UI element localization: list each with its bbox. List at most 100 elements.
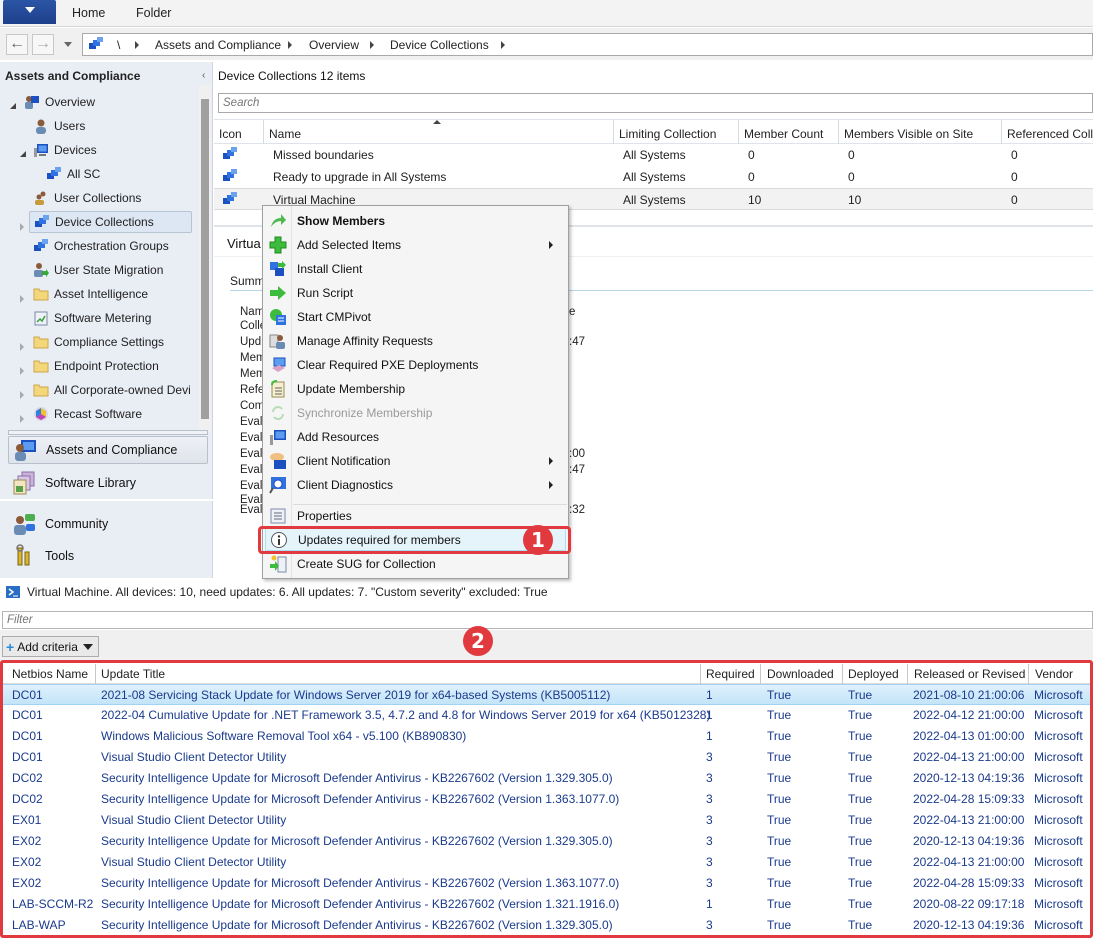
members-visible: 10: [848, 193, 862, 207]
properties-icon: [269, 507, 287, 525]
breadcrumb-assets[interactable]: Assets and Compliance: [155, 38, 281, 52]
detail-value: :47: [569, 464, 585, 476]
tree-item-recast-software[interactable]: Recast Software: [29, 403, 142, 425]
menu-item-manage-affinity-requests[interactable]: Manage Affinity Requests: [265, 329, 566, 352]
limiting-collection: All Systems: [623, 193, 686, 207]
tab-summary[interactable]: Summ: [230, 274, 265, 288]
plus-icon: +: [6, 638, 15, 655]
device-collection-icon: [222, 168, 238, 187]
navigation-scrollbar[interactable]: [199, 85, 211, 431]
menu-item-install-client[interactable]: Install Client: [265, 257, 566, 280]
tree-item-compliance-settings[interactable]: Compliance Settings: [29, 331, 164, 353]
forward-button[interactable]: →: [32, 34, 54, 55]
menu-item-client-diagnostics[interactable]: Client Diagnostics: [265, 473, 566, 496]
tree-item-asset-intelligence[interactable]: Asset Intelligence: [29, 283, 148, 305]
workspace-label: Community: [45, 517, 109, 531]
tree-item-software-metering[interactable]: Software Metering: [29, 307, 151, 329]
menu-item-add-selected-items[interactable]: Add Selected Items: [265, 233, 566, 256]
collection-row[interactable]: Ready to upgrade in All Systems All Syste…: [214, 166, 1093, 188]
menu-item-start-cmpivot[interactable]: Start CMPivot: [265, 305, 566, 328]
tree-item-all-corporate-owned-devi[interactable]: All Corporate-owned Devi: [29, 379, 191, 401]
workspace-tools[interactable]: Tools: [8, 542, 208, 570]
collection-row[interactable]: Missed boundaries All Systems 0 0 0: [214, 144, 1093, 166]
tree-item-user-collections[interactable]: User Collections: [29, 187, 141, 209]
tab-folder[interactable]: Folder: [136, 6, 171, 20]
workspace-label: Tools: [45, 549, 75, 563]
callout-box-2: [0, 660, 1093, 938]
collapse-arrow-icon[interactable]: [20, 151, 26, 157]
dropdown-arrow-icon: [82, 643, 93, 650]
menu-item-client-notification[interactable]: Client Notification: [265, 449, 566, 472]
menu-item-synchronize-membership[interactable]: Synchronize Membership: [265, 401, 566, 424]
workspace-assets-and-compliance[interactable]: Assets and Compliance: [8, 436, 208, 464]
breadcrumb-separator-icon[interactable]: [501, 41, 505, 49]
tree-item-label: Endpoint Protection: [54, 359, 159, 373]
tree-item-overview[interactable]: Overview: [20, 91, 95, 113]
results-status: Virtual Machine. All devices: 10, need u…: [6, 585, 548, 599]
breadcrumb-overview[interactable]: Overview: [309, 38, 359, 52]
column-name[interactable]: Name: [269, 127, 301, 141]
tree-item-all-sc[interactable]: All SC: [42, 163, 100, 185]
menu-item-update-membership[interactable]: Update Membership: [265, 377, 566, 400]
callout-badge-2: 2: [463, 626, 493, 656]
expand-arrow-icon[interactable]: [20, 391, 24, 399]
add-criteria-button[interactable]: + Add criteria: [2, 636, 99, 657]
tree-item-orchestration-groups[interactable]: Orchestration Groups: [29, 235, 169, 257]
breadcrumb-separator-icon[interactable]: [370, 41, 374, 49]
callout-badge-1: 1: [523, 525, 553, 555]
tree-item-label: Users: [54, 119, 86, 133]
column-limiting-collection[interactable]: Limiting Collection: [619, 127, 716, 141]
detail-value: :32: [569, 504, 585, 516]
menu-item-run-script[interactable]: Run Script: [265, 281, 566, 304]
tree-item-devices[interactable]: Devices: [29, 139, 97, 161]
filter-input[interactable]: [2, 611, 1093, 629]
breadcrumb-separator-icon[interactable]: [288, 41, 292, 49]
tree-item-endpoint-protection[interactable]: Endpoint Protection: [29, 355, 159, 377]
sync-icon: [269, 404, 287, 422]
column-referenced-collections[interactable]: Referenced Colle: [1007, 127, 1093, 141]
menu-item-add-resources[interactable]: Add Resources: [265, 425, 566, 448]
column-icon[interactable]: Icon: [219, 127, 242, 141]
workspace-community[interactable]: Community: [8, 510, 208, 538]
menu-item-clear-required-pxe-deployments[interactable]: Clear Required PXE Deployments: [265, 353, 566, 376]
affinity-icon: [269, 332, 287, 350]
breadcrumb-device-collections[interactable]: Device Collections: [390, 38, 489, 52]
client-notification-icon: [269, 452, 287, 470]
assets-compliance-icon: [13, 438, 37, 462]
column-member-count[interactable]: Member Count: [744, 127, 823, 141]
tab-home[interactable]: Home: [72, 6, 105, 20]
tree-item-users[interactable]: Users: [29, 115, 85, 137]
detail-value: :47: [569, 336, 585, 348]
expand-arrow-icon[interactable]: [20, 223, 24, 231]
workspace-software-library[interactable]: Software Library: [8, 469, 208, 497]
navigation-title: Assets and Compliance: [5, 69, 141, 83]
search-input[interactable]: [218, 93, 1093, 113]
history-dropdown-icon[interactable]: [64, 42, 72, 47]
detail-label: Nam: [240, 306, 265, 318]
breadcrumb-separator-icon[interactable]: [135, 41, 139, 49]
tree-item-device-collections[interactable]: Device Collections: [29, 211, 192, 233]
collapse-pane-icon[interactable]: ‹: [202, 70, 205, 81]
tree-item-user-state-migration[interactable]: User State Migration: [29, 259, 163, 281]
menu-item-label: Install Client: [297, 261, 363, 276]
pane-splitter[interactable]: [8, 430, 208, 435]
limiting-collection: All Systems: [623, 148, 686, 162]
menu-item-create-sug-for-collection[interactable]: Create SUG for Collection: [265, 552, 566, 575]
collapse-arrow-icon[interactable]: [10, 103, 16, 109]
overview-icon: [24, 94, 40, 110]
submenu-arrow-icon: [549, 241, 553, 249]
menu-item-show-members[interactable]: Show Members: [265, 209, 566, 232]
folder-icon: [33, 334, 49, 350]
column-members-visible[interactable]: Members Visible on Site: [844, 127, 973, 141]
folder-icon: [33, 358, 49, 374]
expand-arrow-icon[interactable]: [20, 295, 24, 303]
menu-item-properties[interactable]: Properties: [265, 504, 566, 527]
expand-arrow-icon[interactable]: [20, 415, 24, 423]
breadcrumb-root[interactable]: \: [117, 38, 120, 52]
powershell-icon: [6, 586, 20, 598]
app-menu-button[interactable]: [3, 0, 56, 24]
details-title: Virtua: [227, 236, 261, 251]
back-button[interactable]: ←: [6, 34, 28, 55]
expand-arrow-icon[interactable]: [20, 343, 24, 351]
expand-arrow-icon[interactable]: [20, 367, 24, 375]
